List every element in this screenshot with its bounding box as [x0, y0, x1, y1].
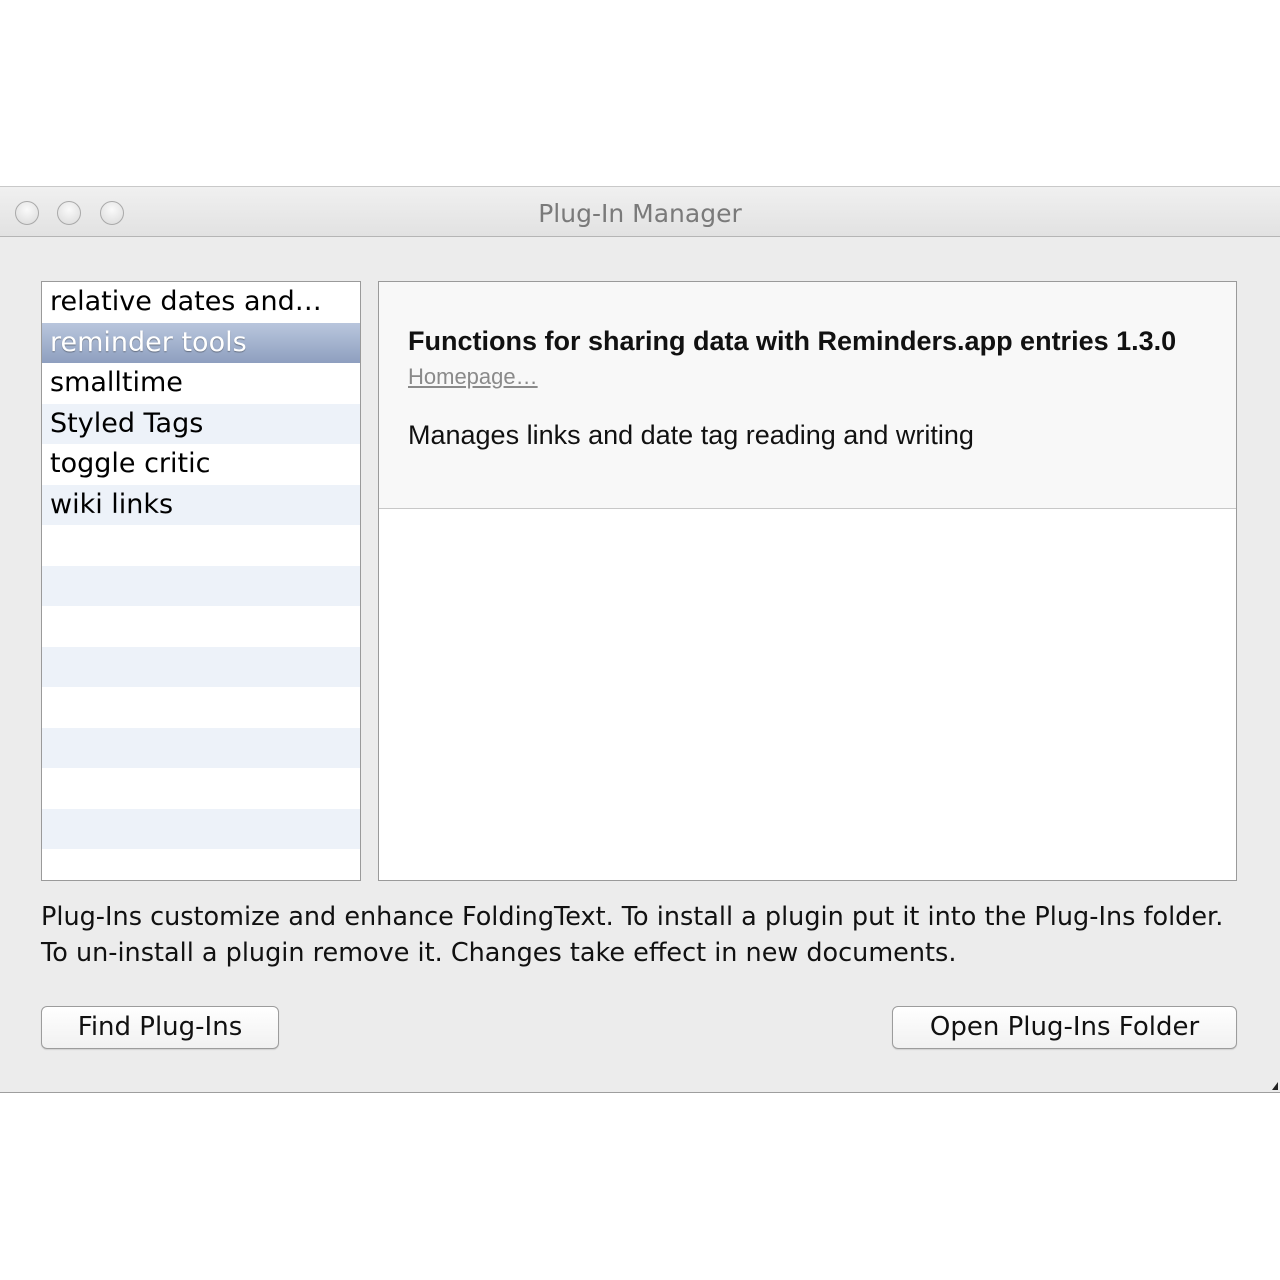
- plugin-list-item[interactable]: relative dates and…: [42, 282, 360, 323]
- plugin-list-item-selected[interactable]: reminder tools: [42, 322, 360, 363]
- plugin-list-item[interactable]: Styled Tags: [42, 403, 360, 444]
- plugin-list-item[interactable]: smalltime: [42, 363, 360, 404]
- info-text: Plug-Ins customize and enhance FoldingTe…: [41, 902, 1224, 968]
- plugin-title: Functions for sharing data with Reminder…: [408, 326, 1177, 356]
- empty-list-row: [42, 646, 360, 687]
- plugin-list-item[interactable]: toggle critic: [42, 444, 360, 485]
- homepage-link[interactable]: Homepage…: [408, 364, 538, 390]
- empty-list-row: [42, 565, 360, 606]
- plugin-list[interactable]: relative dates and… reminder tools small…: [41, 281, 361, 881]
- plugin-manager-window: Plug-In Manager relative dates and… remi…: [0, 186, 1280, 1093]
- title-bar[interactable]: Plug-In Manager: [0, 187, 1280, 237]
- empty-list-row: [42, 727, 360, 768]
- empty-list-row: [42, 525, 360, 566]
- empty-list-row: [42, 808, 360, 849]
- plugin-detail-header: Functions for sharing data with Reminder…: [379, 282, 1236, 509]
- find-plugins-button[interactable]: Find Plug-Ins: [41, 1006, 279, 1049]
- plugin-description: Manages links and date tag reading and w…: [408, 420, 974, 450]
- resize-grip-icon[interactable]: [1272, 1082, 1278, 1090]
- window-title: Plug-In Manager: [538, 199, 742, 228]
- open-plugins-folder-button[interactable]: Open Plug-Ins Folder: [892, 1006, 1237, 1049]
- empty-list-row: [42, 768, 360, 809]
- plugin-detail-pane: Functions for sharing data with Reminder…: [378, 281, 1237, 881]
- empty-list-row: [42, 687, 360, 728]
- empty-list-row: [42, 849, 360, 880]
- plugin-list-item[interactable]: wiki links: [42, 484, 360, 525]
- empty-list-row: [42, 606, 360, 647]
